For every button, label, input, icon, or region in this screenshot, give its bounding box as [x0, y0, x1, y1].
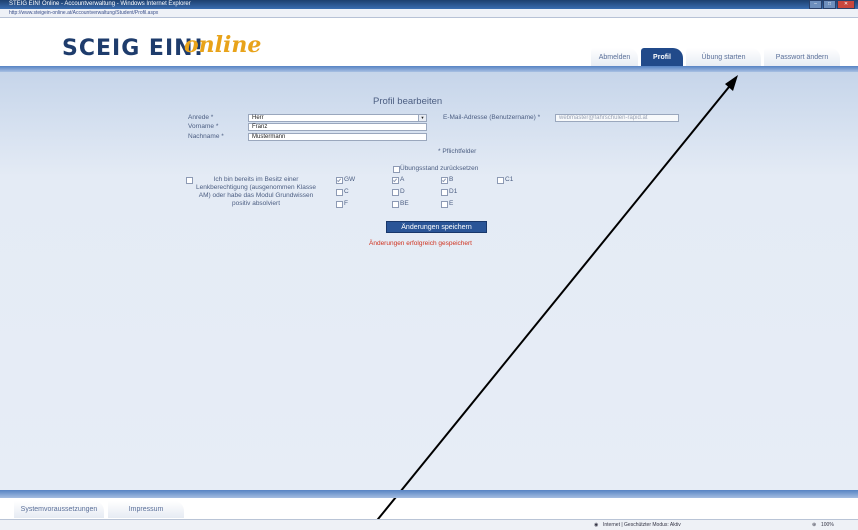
class-b-checkbox[interactable] [441, 177, 448, 184]
anrede-select[interactable]: Herr ▼ [248, 114, 427, 122]
class-d-checkbox[interactable] [392, 189, 399, 196]
address-bar[interactable]: http://www.steigein-online.at/Accountver… [0, 9, 858, 18]
class-e-checkbox[interactable] [441, 201, 448, 208]
main-nav: Abmelden Profil Übung starten Passwort ä… [591, 48, 843, 67]
main-content: Profil bearbeiten Anrede * Herr ▼ Vornam… [0, 72, 858, 490]
vorname-label: Vorname * [188, 123, 219, 130]
window-title: STEIG EIN! Online - Accountverwaltung - … [9, 1, 191, 7]
class-a-checkbox[interactable] [392, 177, 399, 184]
email-label: E-Mail-Adresse (Benutzername) * [443, 114, 541, 121]
license-text: Ich bin bereits im Besitz einer Lenkbere… [196, 176, 316, 207]
window-controls: – □ ✕ [809, 0, 855, 9]
footer-link-impressum[interactable]: Impressum [108, 501, 184, 518]
required-note: * Pflichtfelder [438, 148, 477, 155]
class-d-label: D [400, 188, 405, 195]
footer-bar [0, 490, 858, 498]
window-title-bar: STEIG EIN! Online - Accountverwaltung - … [0, 0, 858, 9]
chevron-down-icon[interactable]: ▼ [418, 115, 426, 121]
maximize-icon[interactable]: □ [823, 0, 836, 9]
class-gw-checkbox[interactable] [336, 177, 343, 184]
nachname-field[interactable]: Mustermann [248, 133, 427, 141]
class-a-label: A [400, 176, 405, 183]
tab-profil[interactable]: Profil [641, 48, 683, 67]
class-e-label: E [449, 200, 454, 207]
class-gw-label: GW [344, 176, 356, 183]
class-c1-checkbox[interactable] [497, 177, 504, 184]
class-c-label: C [344, 188, 349, 195]
tab-uebung-starten[interactable]: Übung starten [686, 48, 761, 67]
nachname-label: Nachname * [188, 133, 224, 140]
tab-abmelden[interactable]: Abmelden [591, 48, 638, 67]
logo-script: online [184, 32, 262, 58]
class-c1-label: C1 [505, 176, 514, 183]
reset-checkbox[interactable] [393, 166, 400, 173]
save-button[interactable]: Änderungen speichern [386, 221, 487, 233]
footer-link-systemvoraussetzungen[interactable]: Systemvoraussetzungen [14, 501, 104, 518]
email-field: webmaster@fahrschulen-rapid.at [555, 114, 679, 122]
class-c-checkbox[interactable] [336, 189, 343, 196]
success-message: Änderungen erfolgreich gespeichert [369, 240, 472, 247]
vorname-field[interactable]: Franz [248, 123, 427, 131]
browser-status-bar: ◉ Internet | Geschützter Modus: Aktiv ⊕ … [0, 519, 858, 530]
class-f-label: F [344, 200, 348, 207]
tab-passwort-aendern[interactable]: Passwort ändern [764, 48, 840, 67]
class-d1-checkbox[interactable] [441, 189, 448, 196]
close-icon[interactable]: ✕ [837, 0, 855, 9]
class-b-label: B [449, 176, 454, 183]
class-be-checkbox[interactable] [392, 201, 399, 208]
url-text[interactable]: http://www.steigein-online.at/Accountver… [9, 10, 158, 16]
anrede-label: Anrede * [188, 114, 214, 121]
class-d1-label: D1 [449, 188, 458, 195]
page-title: Profil bearbeiten [373, 96, 443, 107]
minimize-icon[interactable]: – [809, 0, 822, 9]
class-be-label: BE [400, 200, 409, 207]
anrede-value: Herr [252, 115, 264, 121]
reset-label: Übungsstand zurücksetzen [400, 165, 479, 172]
class-f-checkbox[interactable] [336, 201, 343, 208]
license-checkbox[interactable] [186, 177, 193, 184]
